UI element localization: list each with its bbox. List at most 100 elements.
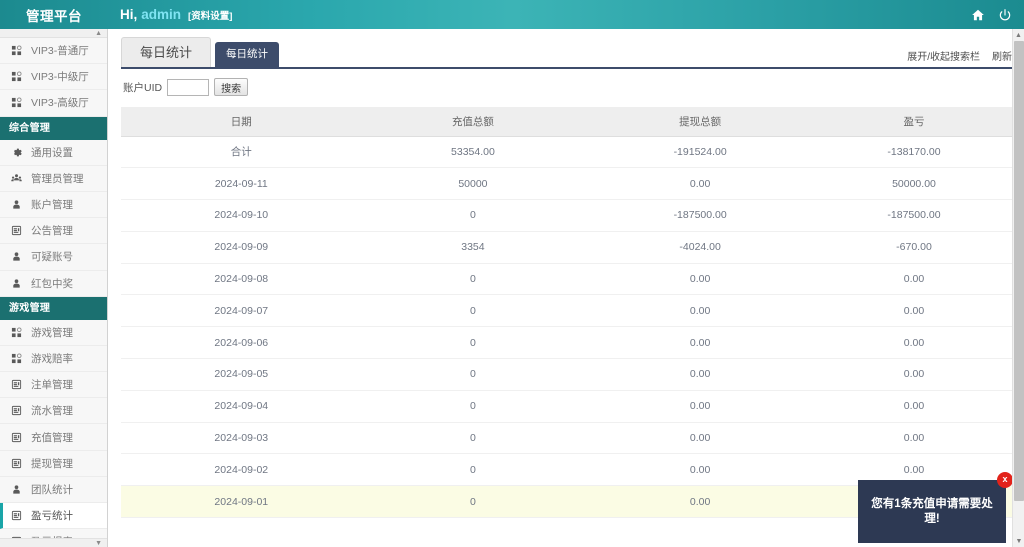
- cell-r0-c0: 合计: [121, 135, 362, 169]
- sidebar-item-label: VIP3-中级厅: [31, 71, 89, 84]
- column-header-1: 充值总额: [361, 107, 585, 137]
- grid-icon: [9, 327, 24, 338]
- scroll-up-icon[interactable]: ▲: [1013, 29, 1024, 41]
- cell-r8-c1: 0: [361, 390, 585, 423]
- sidebar-scroll-down[interactable]: ▼: [0, 538, 107, 547]
- user-icon: [9, 251, 24, 262]
- sidebar-item-13[interactable]: 注单管理: [0, 372, 107, 399]
- sidebar-item-label: VIP3-高级厅: [31, 97, 89, 110]
- refresh-link[interactable]: 刷新: [992, 48, 1012, 63]
- cell-r9-c1: 0: [361, 422, 585, 455]
- sidebar-item-9[interactable]: 红包中奖: [0, 270, 107, 297]
- sidebar-item-2[interactable]: VIP3-高级厅: [0, 90, 107, 117]
- list-icon: [9, 379, 24, 390]
- sidebar-group-3: 综合管理: [0, 116, 107, 140]
- table-row[interactable]: 2024-09-03 0 0.00 0.00: [121, 422, 1012, 455]
- sidebar-item-label: 流水管理: [31, 405, 73, 418]
- user-icon: [9, 278, 24, 289]
- sidebar-item-0[interactable]: VIP3-普通厅: [0, 38, 107, 65]
- list-icon: [9, 458, 24, 469]
- sidebar-item-label: 红包中奖: [31, 277, 73, 290]
- table-row[interactable]: 2024-09-04 0 0.00 0.00: [121, 390, 1012, 423]
- cell-r2-c3: -187500.00: [815, 199, 1012, 232]
- scrollbar-thumb[interactable]: [1014, 41, 1024, 501]
- table-row[interactable]: 2024-09-08 0 0.00 0.00: [121, 263, 1012, 296]
- cell-r1-c1: 50000: [361, 167, 585, 201]
- tab-daily-statistics-active[interactable]: 每日统计: [215, 42, 280, 67]
- grid-icon: [9, 97, 24, 108]
- sidebar-item-1[interactable]: VIP3-中级厅: [0, 64, 107, 91]
- sidebar-item-14[interactable]: 流水管理: [0, 398, 107, 425]
- table-row[interactable]: 2024-09-07 0 0.00 0.00: [121, 294, 1012, 328]
- tab-bar: 每日统计 每日统计 展开/收起搜索栏 刷新: [121, 37, 1012, 69]
- table-head: 日期 充值总额 提现总额 盈亏: [121, 107, 1012, 137]
- user-icon: [9, 484, 24, 495]
- greeting-prefix: Hi,: [120, 7, 138, 22]
- cell-r2-c2: -187500.00: [584, 199, 816, 232]
- sidebar-item-8[interactable]: 可疑账号: [0, 244, 107, 271]
- sidebar-item-4[interactable]: 通用设置: [0, 139, 107, 166]
- cell-r3-c2: -4024.00: [584, 231, 816, 264]
- cell-r5-c2: 0.00: [584, 294, 816, 328]
- sidebar-item-15[interactable]: 充值管理: [0, 424, 107, 451]
- home-icon[interactable]: [971, 8, 985, 22]
- cell-r5-c3: 0.00: [815, 294, 1012, 328]
- sidebar-item-17[interactable]: 团队统计: [0, 476, 107, 503]
- cell-r10-c1: 0: [361, 453, 585, 487]
- cell-r9-c3: 0.00: [815, 422, 1012, 455]
- sidebar-scroll-up[interactable]: ▲: [0, 29, 107, 38]
- sidebar-item-7[interactable]: 公告管理: [0, 218, 107, 245]
- notification-toast[interactable]: x 您有1条充值申请需要处理!: [858, 472, 1013, 543]
- sidebar-item-16[interactable]: 提现管理: [0, 450, 107, 477]
- table-row[interactable]: 2024-09-05 0 0.00 0.00: [121, 358, 1012, 391]
- profile-settings-link[interactable]: [资料设置]: [188, 8, 232, 22]
- column-header-3: 盈亏: [815, 107, 1012, 137]
- cell-r2-c0: 2024-09-10: [121, 199, 362, 232]
- cell-r8-c2: 0.00: [584, 390, 816, 423]
- sidebar-item-6[interactable]: 账户管理: [0, 191, 107, 219]
- cell-r9-c0: 2024-09-03: [121, 422, 362, 455]
- app-logo: 管理平台: [26, 8, 82, 24]
- sidebar-item-18[interactable]: 盈亏统计: [0, 503, 107, 530]
- sidebar-item-12[interactable]: 游戏赔率: [0, 345, 107, 373]
- sidebar-item-5[interactable]: 管理员管理: [0, 165, 107, 192]
- top-bar-actions: [971, 8, 1024, 22]
- scroll-down-icon[interactable]: ▼: [1013, 535, 1024, 547]
- sidebar-item-label: 通用设置: [31, 146, 73, 159]
- cell-r11-c0: 2024-09-01: [121, 485, 362, 519]
- cell-r7-c0: 2024-09-05: [121, 358, 362, 391]
- cell-r11-c2: 0.00: [584, 485, 816, 519]
- search-bar: 账户UID 搜索: [123, 78, 1024, 96]
- table-row[interactable]: 2024-09-06 0 0.00 0.00: [121, 326, 1012, 360]
- cell-r8-c3: 0.00: [815, 390, 1012, 423]
- cell-r3-c3: -670.00: [815, 231, 1012, 264]
- cell-r9-c2: 0.00: [584, 422, 816, 455]
- cell-r7-c2: 0.00: [584, 358, 816, 391]
- greeting: Hi, admin [资料设置]: [120, 7, 232, 22]
- table-row[interactable]: 2024-09-09 3354 -4024.00 -670.00: [121, 231, 1012, 264]
- toggle-search-bar-link[interactable]: 展开/收起搜索栏: [907, 48, 980, 63]
- power-icon[interactable]: [998, 8, 1012, 22]
- sidebar-item-label: 可疑账号: [31, 251, 73, 264]
- table-row[interactable]: 合计 53354.00 -191524.00 -138170.00: [121, 135, 1012, 169]
- sidebar-item-label: 团队统计: [31, 483, 73, 496]
- cell-r3-c0: 2024-09-09: [121, 231, 362, 264]
- account-uid-input[interactable]: [167, 78, 210, 96]
- top-bar: 管理平台 Hi, admin [资料设置]: [0, 0, 1024, 29]
- list-icon: [9, 432, 24, 443]
- tab-daily-statistics-home[interactable]: 每日统计: [121, 37, 212, 67]
- search-button[interactable]: 搜索: [214, 78, 249, 96]
- cell-r4-c0: 2024-09-08: [121, 263, 362, 296]
- table-row[interactable]: 2024-09-10 0 -187500.00 -187500.00: [121, 199, 1012, 232]
- sidebar-item-11[interactable]: 游戏管理: [0, 319, 107, 346]
- statistics-table: 日期 充值总额 提现总额 盈亏 合计 53354.00 -191524.00 -138170…: [121, 107, 1012, 519]
- close-icon[interactable]: x: [997, 472, 1013, 488]
- column-header-2: 提现总额: [584, 107, 816, 137]
- sidebar: ▲ VIP3-普通厅 VIP3-中级厅 VIP3-高级厅综合管理通用设置管理员管理账…: [0, 29, 108, 547]
- page-scrollbar[interactable]: ▲ ▼: [1012, 29, 1024, 547]
- cell-r6-c1: 0: [361, 326, 585, 360]
- cell-r0-c2: -191524.00: [584, 135, 816, 169]
- table-row[interactable]: 2024-09-11 50000 0.00 50000.00: [121, 167, 1012, 201]
- sidebar-item-label: 游戏赔率: [31, 352, 73, 365]
- sidebar-item-label: VIP3-普通厅: [31, 45, 89, 58]
